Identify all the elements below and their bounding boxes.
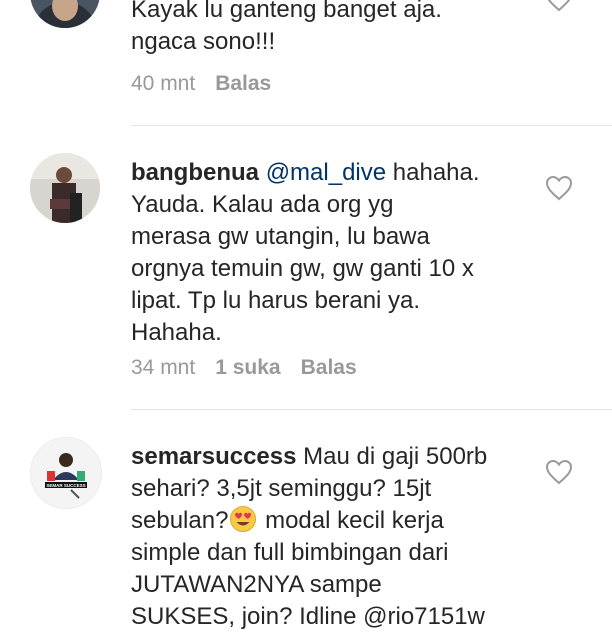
comment-meta: 34 mnt 1 suka Balas (131, 355, 377, 381)
avatar-photo (30, 0, 100, 28)
comment-timestamp: 40 mnt (131, 72, 196, 95)
comment-text: semarsuccess Mau di gaji 500rb sehari? 3,… (131, 443, 488, 630)
avatar[interactable] (30, 153, 100, 223)
comment-username[interactable]: bangbenua (131, 159, 259, 186)
avatar-photo (30, 153, 100, 223)
heart-icon[interactable] (545, 175, 573, 201)
reply-button[interactable]: Balas (301, 356, 357, 379)
comment-text: Kayak lu ganteng banget aja. ngaca sono!!… (131, 0, 442, 55)
divider (131, 409, 612, 410)
avatar-logo: SEMAR SUCCESS (45, 453, 87, 499)
mention-link[interactable]: @mal_dive (266, 159, 386, 186)
heart-eyes-emoji-icon (230, 506, 257, 532)
avatar[interactable]: SEMAR SUCCESS (30, 437, 102, 509)
reply-button[interactable]: Balas (215, 72, 271, 95)
avatar[interactable] (30, 0, 100, 28)
comment-timestamp: 34 mnt (131, 356, 196, 379)
comment-meta: 40 mnt Balas (131, 71, 291, 97)
divider (131, 125, 612, 126)
svg-text:SEMAR SUCCESS: SEMAR SUCCESS (46, 483, 85, 488)
likes-count[interactable]: 1 suka (215, 356, 280, 379)
comment-text: bangbenua @mal_dive hahaha. Yauda. Kalau … (131, 159, 480, 346)
heart-icon[interactable] (545, 0, 573, 12)
heart-icon[interactable] (545, 459, 573, 485)
comment-username[interactable]: semarsuccess (131, 443, 296, 470)
